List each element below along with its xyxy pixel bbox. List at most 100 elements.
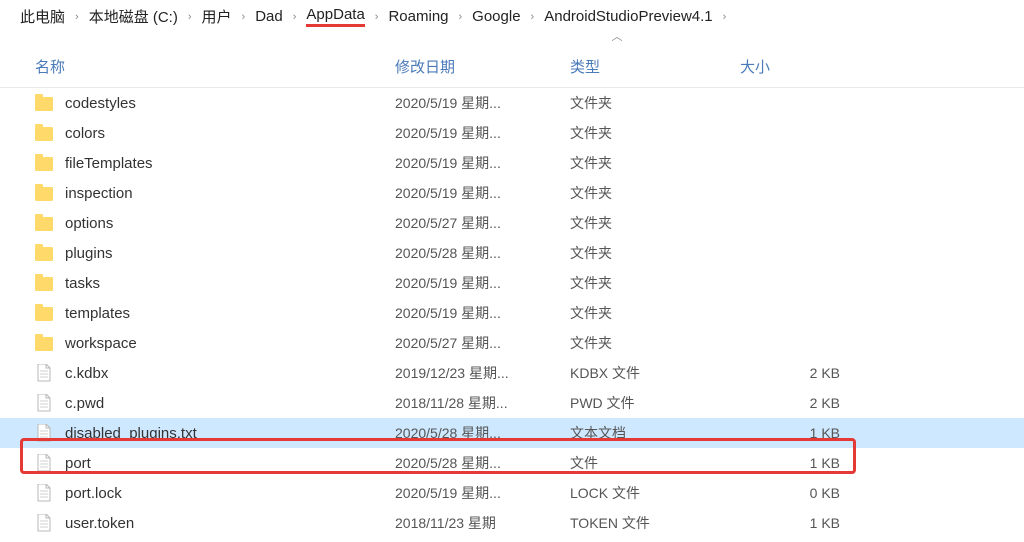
file-list: codestyles2020/5/19 星期...文件夹colors2020/5… <box>0 88 1024 538</box>
file-icon <box>35 484 53 502</box>
header-size[interactable]: 大小 <box>740 56 860 77</box>
header-date[interactable]: 修改日期 <box>395 56 570 77</box>
name-cell: port <box>0 454 395 472</box>
name-cell: disabled_plugins.txt <box>0 424 395 442</box>
size-cell: 1 KB <box>740 515 860 531</box>
file-name: codestyles <box>65 95 136 112</box>
folder-icon <box>35 337 53 351</box>
folder-row[interactable]: templates2020/5/19 星期...文件夹 <box>0 298 1024 328</box>
date-cell: 2020/5/19 星期... <box>395 183 570 203</box>
chevron-right-icon: › <box>242 11 246 23</box>
folder-icon <box>35 247 53 261</box>
sort-indicator: ︿ <box>210 28 1024 44</box>
date-cell: 2020/5/19 星期... <box>395 273 570 293</box>
column-headers: 名称 修改日期 类型 大小 <box>0 44 1024 88</box>
name-cell: templates <box>0 305 395 322</box>
breadcrumb-item[interactable]: Google <box>472 8 520 25</box>
name-cell: inspection <box>0 185 395 202</box>
file-name: tasks <box>65 275 100 292</box>
chevron-right-icon: › <box>188 11 192 23</box>
name-cell: codestyles <box>0 95 395 112</box>
file-row[interactable]: user.token2018/11/23 星期TOKEN 文件1 KB <box>0 508 1024 538</box>
file-name: user.token <box>65 515 134 532</box>
breadcrumb-item[interactable]: 本地磁盘 (C:) <box>89 6 178 27</box>
folder-icon <box>35 97 53 111</box>
type-cell: PWD 文件 <box>570 393 740 413</box>
file-row[interactable]: c.kdbx2019/12/23 星期...KDBX 文件2 KB <box>0 358 1024 388</box>
name-cell: fileTemplates <box>0 155 395 172</box>
size-cell: 2 KB <box>740 365 860 381</box>
name-cell: user.token <box>0 514 395 532</box>
date-cell: 2018/11/23 星期 <box>395 513 570 533</box>
file-icon <box>35 394 53 412</box>
size-cell: 1 KB <box>740 425 860 441</box>
file-icon <box>35 424 53 442</box>
type-cell: 文件夹 <box>570 333 740 353</box>
size-cell: 1 KB <box>740 455 860 471</box>
breadcrumb-item[interactable]: AndroidStudioPreview4.1 <box>544 8 712 25</box>
file-row[interactable]: port.lock 2020/5/19 星期...LOCK 文件0 KB <box>0 478 1024 508</box>
folder-row[interactable]: codestyles 2020/5/19 星期...文件夹 <box>0 88 1024 118</box>
date-cell: 2020/5/27 星期... <box>395 213 570 233</box>
folder-row[interactable]: colors 2020/5/19 星期...文件夹 <box>0 118 1024 148</box>
date-cell: 2020/5/19 星期... <box>395 123 570 143</box>
chevron-right-icon: › <box>459 11 463 23</box>
date-cell: 2020/5/19 星期... <box>395 483 570 503</box>
type-cell: 文件夹 <box>570 183 740 203</box>
header-type[interactable]: 类型 <box>570 56 740 77</box>
date-cell: 2020/5/28 星期... <box>395 243 570 263</box>
file-row[interactable]: port2020/5/28 星期...文件1 KB <box>0 448 1024 478</box>
file-row[interactable]: disabled_plugins.txt2020/5/28 星期...文本文档1… <box>0 418 1024 448</box>
file-name: disabled_plugins.txt <box>65 425 197 442</box>
file-name: port.lock <box>65 485 122 502</box>
folder-icon <box>35 127 53 141</box>
file-name: plugins <box>65 245 113 262</box>
type-cell: 文件夹 <box>570 93 740 113</box>
folder-row[interactable]: plugins 2020/5/28 星期...文件夹 <box>0 238 1024 268</box>
file-name: inspection <box>65 185 133 202</box>
type-cell: 文件夹 <box>570 123 740 143</box>
file-row[interactable]: c.pwd2018/11/28 星期...PWD 文件2 KB <box>0 388 1024 418</box>
header-name[interactable]: 名称 <box>0 56 395 77</box>
name-cell: c.pwd <box>0 394 395 412</box>
breadcrumb-item[interactable]: AppData <box>306 6 364 27</box>
breadcrumb-item[interactable]: Dad <box>255 8 283 25</box>
date-cell: 2019/12/23 星期... <box>395 363 570 383</box>
name-cell: colors <box>0 125 395 142</box>
date-cell: 2020/5/28 星期... <box>395 423 570 443</box>
folder-row[interactable]: options 2020/5/27 星期...文件夹 <box>0 208 1024 238</box>
type-cell: 文件 <box>570 453 740 473</box>
type-cell: LOCK 文件 <box>570 483 740 503</box>
date-cell: 2020/5/28 星期... <box>395 453 570 473</box>
breadcrumb-item[interactable]: 此电脑 <box>20 6 65 27</box>
date-cell: 2020/5/19 星期... <box>395 93 570 113</box>
folder-icon <box>35 277 53 291</box>
file-name: workspace <box>65 335 137 352</box>
file-icon <box>35 454 53 472</box>
size-cell: 0 KB <box>740 485 860 501</box>
breadcrumb-item[interactable]: Roaming <box>388 8 448 25</box>
chevron-right-icon: › <box>375 11 379 23</box>
name-cell: tasks <box>0 275 395 292</box>
type-cell: 文件夹 <box>570 273 740 293</box>
name-cell: c.kdbx <box>0 364 395 382</box>
file-name: colors <box>65 125 105 142</box>
chevron-right-icon: › <box>723 11 727 23</box>
file-name: options <box>65 215 113 232</box>
file-name: c.kdbx <box>65 365 108 382</box>
folder-row[interactable]: tasks 2020/5/19 星期...文件夹 <box>0 268 1024 298</box>
date-cell: 2020/5/19 星期... <box>395 303 570 323</box>
type-cell: 文件夹 <box>570 213 740 233</box>
folder-row[interactable]: fileTemplates2020/5/19 星期...文件夹 <box>0 148 1024 178</box>
chevron-right-icon: › <box>75 11 79 23</box>
date-cell: 2020/5/19 星期... <box>395 153 570 173</box>
breadcrumb-item[interactable]: 用户 <box>202 6 232 27</box>
size-cell: 2 KB <box>740 395 860 411</box>
file-name: templates <box>65 305 130 322</box>
folder-row[interactable]: workspace 2020/5/27 星期...文件夹 <box>0 328 1024 358</box>
type-cell: 文件夹 <box>570 243 740 263</box>
date-cell: 2020/5/27 星期... <box>395 333 570 353</box>
chevron-right-icon: › <box>293 11 297 23</box>
breadcrumb[interactable]: 此电脑 › 本地磁盘 (C:) › 用户 › Dad › AppData › Roaming › Goo… <box>0 0 1024 30</box>
folder-row[interactable]: inspection 2020/5/19 星期...文件夹 <box>0 178 1024 208</box>
